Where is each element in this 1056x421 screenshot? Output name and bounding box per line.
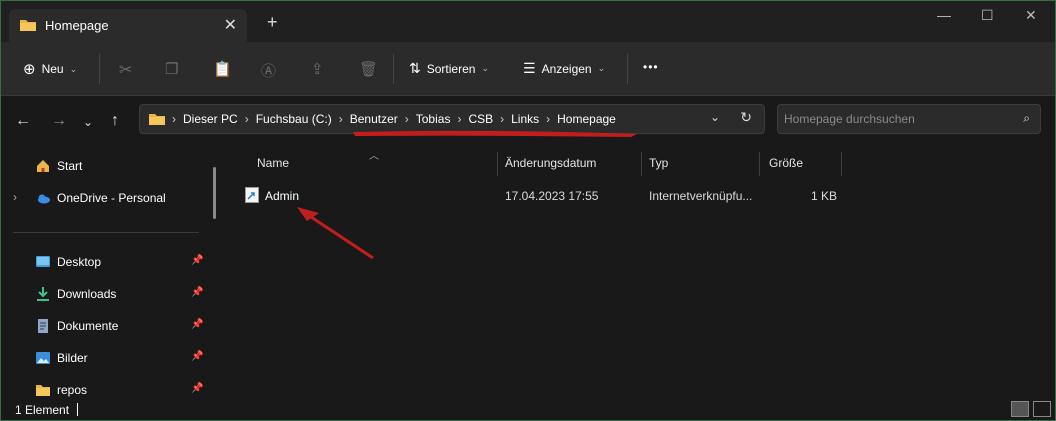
column-header-size[interactable]: Größe bbox=[769, 156, 803, 170]
sidebar-item-label: repos bbox=[57, 383, 88, 397]
sidebar-item-label: Bilder bbox=[57, 351, 88, 365]
sidebar-item-bilder[interactable]: Bilder 📌 bbox=[1, 346, 211, 370]
sidebar-item-label: Dokumente bbox=[57, 319, 119, 333]
navigation-pane: Start › OneDrive - Personal Desktop 📌 Do… bbox=[1, 148, 217, 398]
pin-icon[interactable]: 📌 bbox=[191, 351, 203, 362]
file-type: Internetverknüpfu... bbox=[649, 189, 753, 203]
expand-chevron-icon[interactable]: › bbox=[13, 190, 17, 204]
sidebar-item-dokumente[interactable]: Dokumente 📌 bbox=[1, 314, 211, 338]
sidebar-item-start[interactable]: Start bbox=[1, 154, 211, 178]
sidebar-item-desktop[interactable]: Desktop 📌 bbox=[1, 250, 211, 274]
column-header-type[interactable]: Typ bbox=[649, 156, 668, 170]
file-date: 17.04.2023 17:55 bbox=[505, 189, 599, 203]
desktop-icon bbox=[36, 256, 50, 267]
pin-icon[interactable]: 📌 bbox=[191, 287, 203, 298]
home-icon bbox=[37, 160, 49, 172]
pin-icon[interactable]: 📌 bbox=[191, 255, 203, 266]
tiles-view-icon[interactable] bbox=[1033, 401, 1051, 417]
sort-ascending-icon: ︿ bbox=[369, 151, 379, 162]
pin-icon[interactable]: 📌 bbox=[191, 319, 203, 330]
sidebar-item-label: Desktop bbox=[57, 255, 102, 269]
status-bar: 1 Element bbox=[1, 399, 1055, 420]
document-icon bbox=[38, 319, 48, 333]
column-header-date[interactable]: Änderungsdatum bbox=[505, 156, 596, 170]
item-count: 1 Element bbox=[15, 403, 70, 417]
pictures-icon bbox=[36, 352, 50, 364]
sidebar-divider bbox=[13, 232, 199, 233]
file-name: Admin bbox=[265, 189, 300, 203]
details-view-icon[interactable] bbox=[1011, 401, 1029, 417]
table-row[interactable]: Admin 17.04.2023 17:55 Internetverknüpfu… bbox=[241, 184, 841, 206]
column-header-name[interactable]: Name bbox=[257, 156, 289, 170]
pin-icon[interactable]: 📌 bbox=[191, 383, 203, 394]
sidebar-item-label: OneDrive - Personal bbox=[57, 191, 166, 205]
folder-icon bbox=[36, 385, 50, 396]
sidebar-item-label: Start bbox=[57, 159, 83, 173]
sidebar-item-downloads[interactable]: Downloads 📌 bbox=[1, 282, 211, 306]
download-icon bbox=[37, 287, 49, 301]
status-separator bbox=[77, 403, 78, 416]
explorer-window: Homepage ✕ + — ☐ ✕ ⊕ Neu ⌄ ✂ ❐ 📋 Ⓐ ⇪ 🗑 ⇅… bbox=[0, 0, 1056, 421]
file-list: ︿ Name Änderungsdatum Typ Größe Admin 17… bbox=[227, 148, 1055, 398]
file-size: 1 KB bbox=[811, 189, 838, 203]
sidebar-item-label: Downloads bbox=[57, 287, 117, 301]
onedrive-icon bbox=[38, 194, 50, 204]
internet-shortcut-icon bbox=[245, 187, 259, 203]
sidebar-scrollbar[interactable] bbox=[213, 167, 216, 219]
sidebar-item-onedrive[interactable]: › OneDrive - Personal bbox=[1, 186, 211, 210]
